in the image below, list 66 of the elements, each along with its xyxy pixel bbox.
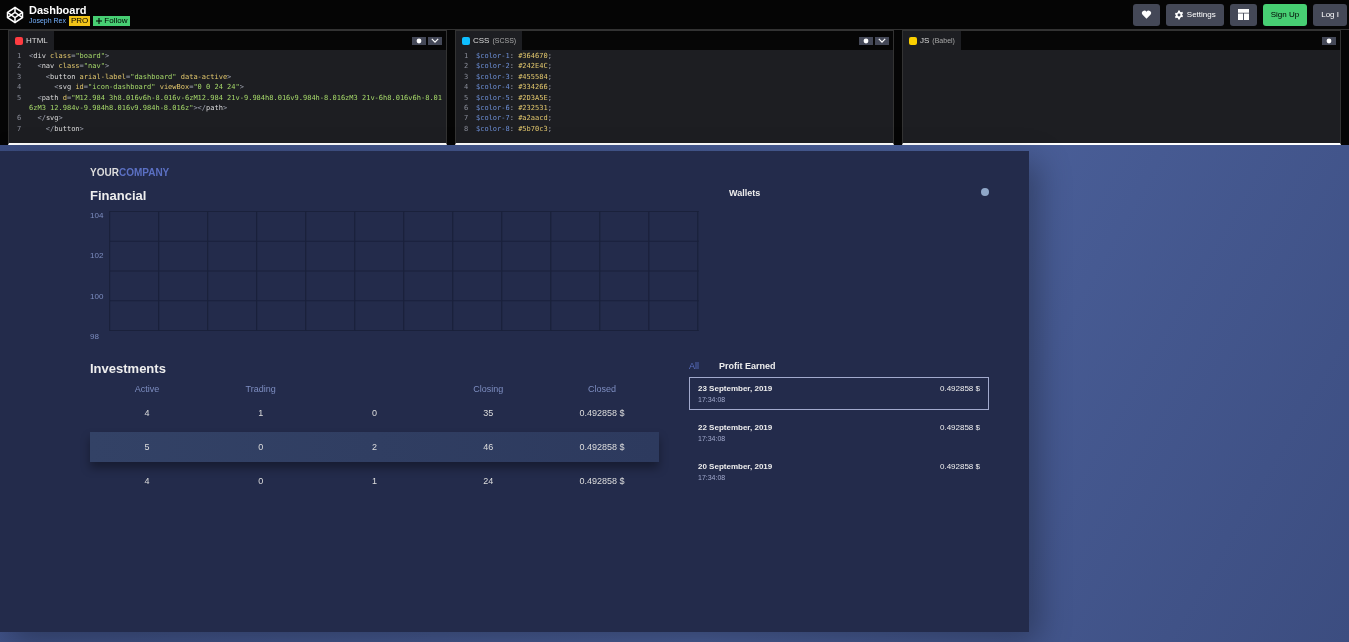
pen-title: Dashboard (29, 3, 88, 16)
entry-amount: 0.492858 $ (939, 384, 980, 395)
column-header: Closed (587, 384, 618, 394)
table-cell-text: 0 (257, 442, 265, 452)
y-axis-label: 102 (90, 251, 104, 261)
column-header: Closing (472, 384, 505, 394)
y-axis-label: 100 (90, 291, 104, 301)
table-cell-text: 46 (482, 442, 495, 452)
table-row[interactable]: 5 0 2 46 0.492858 $ (90, 432, 659, 462)
collapse-button[interactable] (428, 36, 442, 45)
html-language-icon (15, 36, 23, 45)
editor-settings-button[interactable] (1322, 36, 1336, 45)
sign-up-button[interactable]: Sign Up (1262, 3, 1308, 26)
editor-settings-button[interactable] (412, 36, 426, 45)
plus-icon (96, 17, 103, 24)
chevron-down-icon (878, 38, 886, 43)
y-axis-label: 104 (90, 211, 104, 220)
section-title: Profit Earned (719, 361, 776, 371)
table-cell-text: 0.492858 $ (578, 476, 626, 486)
table-cell-text: 0 (371, 408, 378, 418)
table-row[interactable]: 4 1 0 35 0.492858 $ (90, 398, 659, 428)
pro-badge: PRO (68, 15, 91, 26)
table-cell-text: 1 (257, 408, 265, 418)
table-cell-text: 4 (143, 476, 151, 486)
heart-icon (1140, 9, 1152, 20)
y-axis-label: 98 (90, 332, 100, 341)
heart-button[interactable] (1132, 3, 1160, 26)
table-cell-text: 0 (257, 476, 265, 486)
settings-button[interactable]: Settings (1165, 3, 1224, 26)
table-row[interactable]: 4 0 1 24 0.492858 $ (90, 466, 659, 496)
layout-button[interactable] (1229, 3, 1257, 26)
entry-date: 23 September, 2019 (698, 384, 773, 393)
log-in-button[interactable]: Log I (1313, 3, 1347, 26)
settings-icon (1326, 37, 1332, 44)
entry-amount: 0.492858 $ (939, 423, 980, 434)
table-cell-text: 0.492858 $ (578, 442, 626, 452)
table-cell-text: 2 (371, 442, 378, 452)
css-language-icon (462, 36, 470, 45)
table-cell-text: 35 (482, 408, 495, 418)
entry-date: 20 September, 2019 (698, 462, 773, 471)
settings-icon (863, 37, 869, 44)
avatar-icon[interactable] (981, 188, 989, 196)
company-logo-text: COMPANY (118, 167, 170, 178)
table-cell-text: 5 (143, 442, 151, 452)
entry-date: 22 September, 2019 (698, 423, 773, 432)
editor-tab[interactable]: HTML (9, 31, 54, 50)
column-header: Trading (244, 384, 277, 394)
table-cell-text: 0.492858 $ (578, 408, 626, 418)
collapse-button[interactable] (875, 36, 889, 45)
section-title: Investments (90, 361, 167, 376)
js-language-icon (909, 36, 917, 45)
editor-settings-button[interactable] (859, 36, 873, 45)
column-header: Active (133, 384, 161, 394)
table-cell-text: 24 (482, 476, 495, 486)
table-cell-text: 4 (143, 408, 151, 418)
entry-amount: 0.492858 $ (939, 462, 980, 473)
settings-icon (1173, 9, 1184, 20)
layout-icon (1237, 9, 1249, 20)
section-title: Wallets (729, 188, 761, 198)
company-logo-text: YOUR (90, 167, 119, 178)
table-cell-text: 1 (371, 476, 378, 486)
section-title: Financial (90, 188, 148, 203)
follow-button[interactable]: Follow (93, 15, 131, 26)
chevron-down-icon (431, 38, 439, 43)
codepen-logo-icon[interactable] (6, 5, 24, 24)
settings-icon (416, 37, 422, 44)
